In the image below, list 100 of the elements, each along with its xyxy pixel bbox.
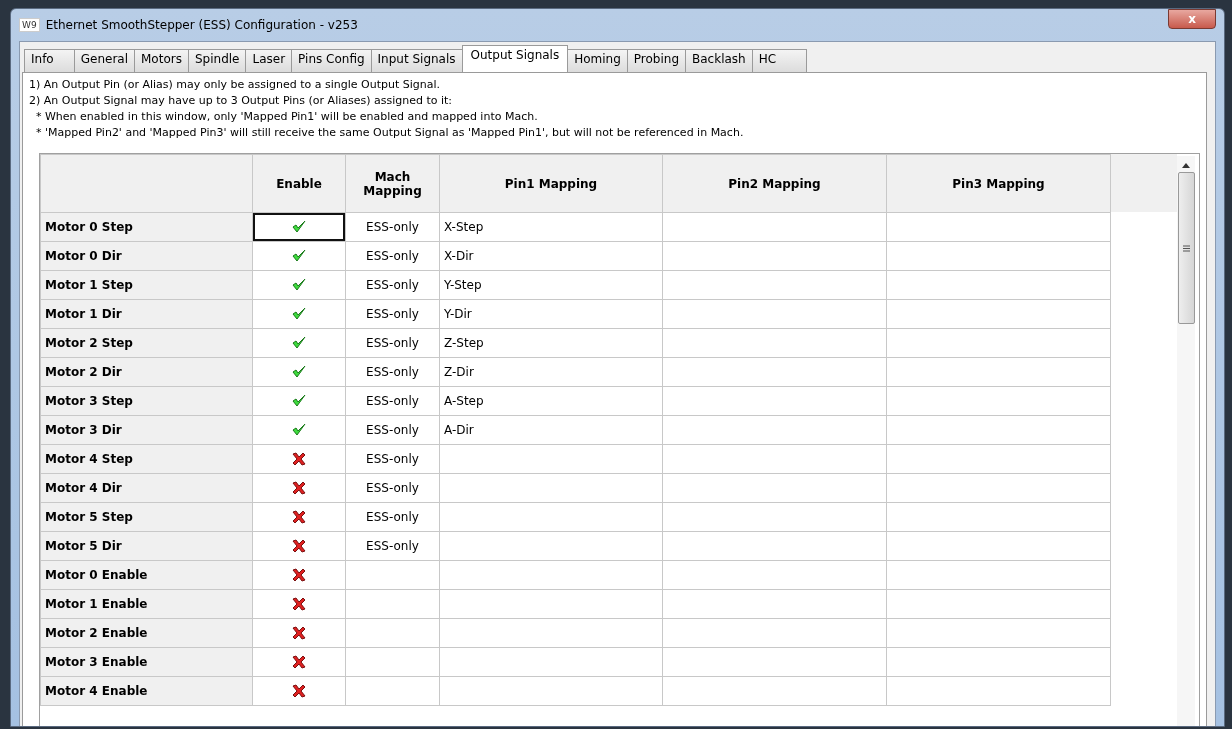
empty-cell[interactable]	[886, 328, 1111, 358]
table-cell[interactable]: X-Step	[439, 212, 663, 242]
scroll-up-icon[interactable]	[1182, 162, 1190, 168]
cross-icon	[292, 539, 306, 553]
row-header: Motor 4 Dir	[40, 473, 253, 503]
empty-cell[interactable]	[662, 618, 887, 648]
empty-cell[interactable]	[345, 676, 440, 706]
empty-cell[interactable]	[662, 299, 887, 329]
enable-cell[interactable]	[253, 213, 345, 241]
empty-cell[interactable]	[439, 676, 663, 706]
empty-cell[interactable]	[662, 647, 887, 677]
cross-icon	[292, 684, 306, 698]
table-cell[interactable]: Y-Step	[439, 270, 663, 300]
table-cell[interactable]: ESS-only	[345, 299, 440, 329]
table-cell[interactable]: ESS-only	[345, 212, 440, 242]
empty-cell[interactable]	[439, 589, 663, 619]
note-text: * 'Mapped Pin2' and 'Mapped Pin3' will still receive the same Output Signal as 'Mapped Pin1', but will not be referenced in Mach.	[35, 125, 745, 141]
empty-cell[interactable]	[886, 386, 1111, 416]
table-cell[interactable]: Z-Dir	[439, 357, 663, 387]
table-cell[interactable]: A-Step	[439, 386, 663, 416]
empty-cell[interactable]	[662, 589, 887, 619]
empty-cell[interactable]	[886, 212, 1111, 242]
check-icon	[292, 307, 306, 321]
row-header: Motor 2 Step	[40, 328, 253, 358]
empty-cell[interactable]	[439, 560, 663, 590]
empty-cell[interactable]	[662, 560, 887, 590]
empty-cell[interactable]	[439, 618, 663, 648]
tab[interactable]: Input Signals	[370, 49, 463, 72]
table-cell[interactable]: ESS-only	[345, 444, 440, 474]
empty-cell[interactable]	[886, 241, 1111, 271]
empty-cell[interactable]	[662, 676, 887, 706]
empty-cell[interactable]	[886, 473, 1111, 503]
tab[interactable]: Homing	[567, 49, 628, 72]
empty-cell[interactable]	[662, 444, 887, 474]
cross-icon	[292, 597, 306, 611]
empty-cell[interactable]	[662, 357, 887, 387]
tab[interactable]: HC	[751, 49, 808, 72]
empty-cell[interactable]	[662, 328, 887, 358]
note-text: 2) An Output Signal may have up to 3 Output Pins (or Aliases) assigned to it:	[29, 93, 454, 109]
empty-cell[interactable]	[662, 502, 887, 532]
empty-cell[interactable]	[662, 212, 887, 242]
table-cell[interactable]: Z-Step	[439, 328, 663, 358]
note-text: * When enabled in this window, only 'Mapped Pin1' will be enabled and mapped into Mach.	[35, 109, 539, 125]
row-header: Motor 0 Step	[40, 212, 253, 242]
tab[interactable]: Info	[24, 49, 75, 72]
table-cell[interactable]: Y-Dir	[439, 299, 663, 329]
empty-cell[interactable]	[886, 415, 1111, 445]
table-cell[interactable]: ESS-only	[345, 386, 440, 416]
empty-cell[interactable]	[439, 531, 663, 561]
empty-cell[interactable]	[439, 473, 663, 503]
empty-cell[interactable]	[886, 270, 1111, 300]
table-cell[interactable]: ESS-only	[345, 328, 440, 358]
tab[interactable]: Backlash	[685, 49, 753, 72]
tab[interactable]: Motors	[134, 49, 189, 72]
table-cell[interactable]: ESS-only	[345, 241, 440, 271]
table-cell[interactable]: ESS-only	[345, 357, 440, 387]
table-cell[interactable]: X-Dir	[439, 241, 663, 271]
empty-cell[interactable]	[886, 647, 1111, 677]
empty-cell[interactable]	[886, 502, 1111, 532]
check-icon	[292, 249, 306, 263]
empty-cell[interactable]	[662, 270, 887, 300]
tab[interactable]: General	[73, 49, 135, 72]
empty-cell[interactable]	[886, 589, 1111, 619]
check-icon	[292, 336, 306, 350]
scroll-thumb[interactable]	[1177, 172, 1195, 324]
empty-cell[interactable]	[345, 560, 440, 590]
empty-cell[interactable]	[662, 415, 887, 445]
row-header: Motor 1 Dir	[40, 299, 253, 329]
empty-cell[interactable]	[345, 647, 440, 677]
empty-cell[interactable]	[439, 647, 663, 677]
empty-cell[interactable]	[662, 531, 887, 561]
table-cell[interactable]: ESS-only	[345, 473, 440, 503]
tab[interactable]: Spindle	[187, 49, 247, 72]
empty-cell[interactable]	[345, 589, 440, 619]
empty-cell[interactable]	[345, 618, 440, 648]
empty-cell[interactable]	[662, 473, 887, 503]
tab[interactable]: Probing	[626, 49, 687, 72]
tab[interactable]: Laser	[245, 49, 293, 72]
table-cell[interactable]: ESS-only	[345, 502, 440, 532]
cross-icon	[292, 481, 306, 495]
empty-cell[interactable]	[886, 299, 1111, 329]
table-cell[interactable]: ESS-only	[345, 270, 440, 300]
table-cell[interactable]: ESS-only	[345, 531, 440, 561]
tab[interactable]: Output Signals	[461, 45, 569, 72]
empty-cell[interactable]	[886, 531, 1111, 561]
empty-cell[interactable]	[662, 386, 887, 416]
empty-cell[interactable]	[662, 241, 887, 271]
empty-cell[interactable]	[886, 357, 1111, 387]
empty-cell[interactable]	[886, 676, 1111, 706]
empty-cell[interactable]	[886, 618, 1111, 648]
tab[interactable]: Pins Config	[291, 49, 372, 72]
scrollbar[interactable]	[1177, 156, 1195, 726]
empty-cell[interactable]	[886, 444, 1111, 474]
note-text: 1) An Output Pin (or Alias) may only be assigned to a single Output Signal.	[29, 77, 442, 93]
empty-cell[interactable]	[439, 444, 663, 474]
empty-cell[interactable]	[886, 560, 1111, 590]
empty-cell[interactable]	[439, 502, 663, 532]
table-cell[interactable]: ESS-only	[345, 415, 440, 445]
column-header: Enable	[252, 154, 346, 213]
table-cell[interactable]: A-Dir	[439, 415, 663, 445]
